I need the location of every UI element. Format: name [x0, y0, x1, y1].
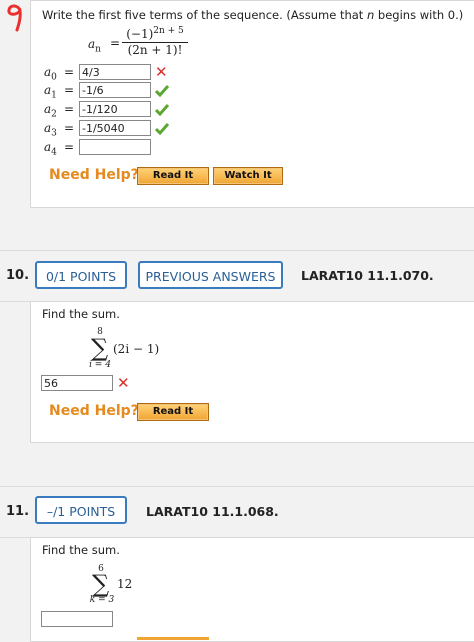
sigma-symbol: ∑	[91, 334, 109, 362]
previous-answers-button[interactable]: PREVIOUS ANSWERS	[138, 261, 283, 289]
term-a4-equals: =	[64, 140, 75, 154]
answer-input[interactable]: 56	[41, 375, 113, 391]
q9-formula: an = (−1)2n + 5 (2n + 1)!	[88, 26, 198, 62]
need-help-label: Need Help?	[49, 403, 139, 419]
incorrect-x-icon: ✕	[117, 374, 130, 392]
correct-check-icon	[155, 123, 169, 135]
q9-prompt: Write the first five terms of the sequen…	[42, 8, 464, 22]
term-a4-label: a4	[44, 140, 57, 158]
sum-lower-limit: i = 4	[89, 360, 111, 370]
term-a4-input[interactable]	[79, 139, 151, 155]
answer-input[interactable]	[41, 611, 113, 627]
term-a3-label: a3	[44, 121, 57, 139]
question-reference: LARAT10 11.1.068.	[146, 504, 279, 519]
term-a2-equals: =	[64, 102, 75, 116]
term-a2-label: a2	[44, 102, 57, 120]
term-a0-input[interactable]: 4/3	[79, 64, 151, 80]
sum-expression: 12	[117, 577, 133, 591]
term-a1-input[interactable]: -1/6	[79, 82, 151, 98]
term-a3-equals: =	[64, 121, 75, 135]
term-a0-equals: =	[64, 65, 75, 79]
points-button[interactable]: –/1 POINTS	[35, 496, 127, 524]
sum-expression: (2i − 1)	[113, 342, 160, 356]
term-a0-label: a0	[44, 65, 57, 83]
sigma-symbol: ∑	[92, 570, 110, 598]
q11-prompt: Find the sum.	[42, 543, 120, 557]
read-it-button[interactable]: Read It	[137, 403, 209, 421]
term-a3-input[interactable]: -1/5040	[79, 120, 151, 136]
points-button[interactable]: 0/1 POINTS	[35, 261, 127, 289]
question-reference: LARAT10 11.1.070.	[301, 268, 434, 283]
incorrect-x-icon: ✕	[155, 63, 168, 81]
term-a2-input[interactable]: -1/120	[79, 101, 151, 117]
correct-check-icon	[155, 104, 169, 116]
question-10-panel	[30, 301, 474, 443]
term-a1-equals: =	[64, 83, 75, 97]
read-it-button[interactable]: Read It	[137, 167, 209, 185]
question-10-number: 10.	[6, 268, 30, 283]
term-a1-label: a1	[44, 83, 57, 101]
handwritten-nine-annotation	[4, 2, 26, 32]
watch-it-button[interactable]: Watch It	[213, 167, 283, 185]
sum-lower-limit: k = 3	[89, 595, 115, 605]
correct-check-icon	[155, 85, 169, 97]
q10-prompt: Find the sum.	[42, 307, 120, 321]
need-help-label: Need Help?	[49, 167, 139, 183]
question-11-number: 11.	[6, 504, 30, 519]
